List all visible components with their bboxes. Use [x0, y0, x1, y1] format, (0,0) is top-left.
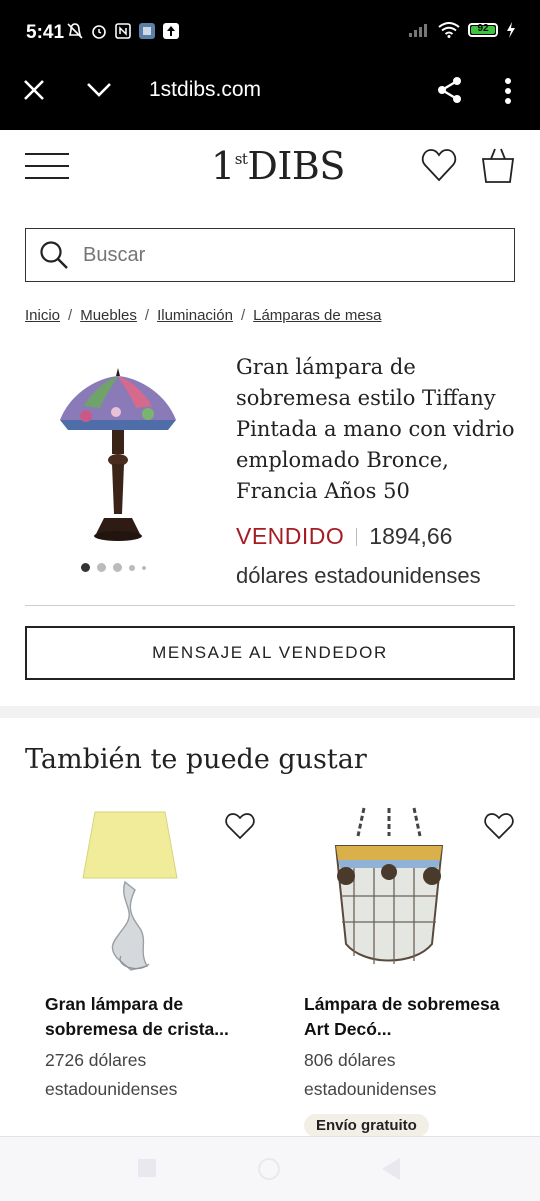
recommendation-image[interactable] — [55, 806, 205, 976]
site-logo[interactable]: 1stDIBS — [211, 144, 345, 188]
recommendation-card[interactable]: Gran lámpara de sobremesa de crista... 2… — [25, 806, 255, 1136]
breadcrumb-item-lamparas[interactable]: Lámparas de mesa — [253, 307, 381, 324]
search-input[interactable] — [81, 229, 505, 282]
bell-off-icon — [66, 22, 84, 40]
url-text[interactable]: 1stdibs.com — [149, 78, 261, 102]
site-header: 1stDIBS — [0, 130, 540, 220]
nfc-icon — [114, 22, 132, 40]
menu-icon[interactable] — [25, 153, 69, 179]
breadcrumb-item-inicio[interactable]: Inicio — [25, 307, 60, 324]
status-notifications — [66, 22, 180, 40]
recommendation-image[interactable] — [314, 806, 464, 976]
price-row: VENDIDO 1894,66 — [236, 523, 452, 550]
close-icon[interactable] — [22, 78, 46, 102]
free-shipping-badge: Envío gratuito — [304, 1114, 429, 1137]
image-carousel-dots — [81, 563, 146, 572]
recommendation-card[interactable]: Lámpara de sobremesa Art Decó... 806 dól… — [284, 806, 514, 1137]
app-notification-icon — [138, 22, 156, 40]
upload-icon — [162, 22, 180, 40]
favorite-heart-icon[interactable] — [484, 812, 514, 840]
logo-digit: 1 — [211, 144, 235, 188]
shopping-bag-icon[interactable] — [480, 146, 516, 184]
breadcrumb-separator: / — [240, 307, 246, 324]
back-icon[interactable] — [382, 1158, 400, 1180]
breadcrumb-separator: / — [68, 307, 73, 324]
wifi-icon — [438, 22, 460, 38]
alarm-icon — [90, 22, 108, 40]
product-price: 1894,66 — [369, 523, 453, 549]
breadcrumb-item-iluminacion[interactable]: Iluminación — [157, 307, 233, 324]
sold-status: VENDIDO — [236, 523, 345, 549]
charging-icon — [507, 22, 515, 38]
divider — [25, 605, 515, 606]
heart-icon[interactable] — [421, 148, 457, 182]
recommendation-title[interactable]: Lámpara de sobremesa Art Decó... — [304, 992, 514, 1042]
status-bar: 5:41 92 — [0, 0, 540, 64]
breadcrumb-separator: / — [144, 307, 150, 324]
product-title: Gran lámpara de sobremesa estilo Tiffany… — [236, 355, 515, 503]
carousel-dot-active[interactable] — [81, 563, 90, 572]
carousel-dot[interactable] — [129, 564, 135, 571]
favorite-heart-icon[interactable] — [225, 812, 255, 840]
battery-icon: 92 — [468, 23, 498, 37]
carousel-dot[interactable] — [142, 565, 146, 570]
breadcrumb-item-muebles[interactable]: Muebles — [80, 307, 137, 324]
carousel-dot[interactable] — [97, 563, 106, 572]
price-divider — [356, 527, 358, 546]
recent-apps-icon[interactable] — [138, 1159, 156, 1177]
recommendations-title: También te puede gustar — [25, 744, 367, 775]
recommendation-price: 806 dólares estadounidenses — [304, 1050, 437, 1099]
search-icon — [40, 241, 68, 269]
share-icon[interactable] — [436, 76, 464, 104]
search-box[interactable] — [25, 228, 515, 282]
recommendation-title[interactable]: Gran lámpara de sobremesa de crista... — [45, 992, 255, 1042]
home-icon[interactable] — [258, 1158, 280, 1180]
logo-superscript: st — [234, 150, 248, 168]
recommendation-price: 2726 dólares estadounidenses — [45, 1050, 178, 1099]
product-image[interactable] — [56, 364, 180, 546]
product-currency: dólares estadounidenses — [236, 563, 481, 588]
system-nav-bar — [0, 1136, 540, 1201]
section-separator — [0, 706, 540, 718]
more-vert-icon[interactable] — [502, 77, 514, 105]
battery-level: 92 — [477, 23, 489, 34]
carousel-dot[interactable] — [113, 563, 122, 572]
signal-icon — [409, 24, 427, 37]
status-time: 5:41 — [26, 22, 65, 43]
browser-toolbar: 1stdibs.com — [0, 64, 540, 130]
message-seller-button[interactable]: MENSAJE AL VENDEDOR — [25, 626, 515, 680]
chevron-down-icon[interactable] — [86, 80, 112, 100]
logo-text: DIBS — [247, 144, 345, 188]
breadcrumb: Inicio / Muebles / Iluminación / Lámpara… — [25, 307, 382, 324]
status-system-icons: 92 — [408, 22, 516, 38]
